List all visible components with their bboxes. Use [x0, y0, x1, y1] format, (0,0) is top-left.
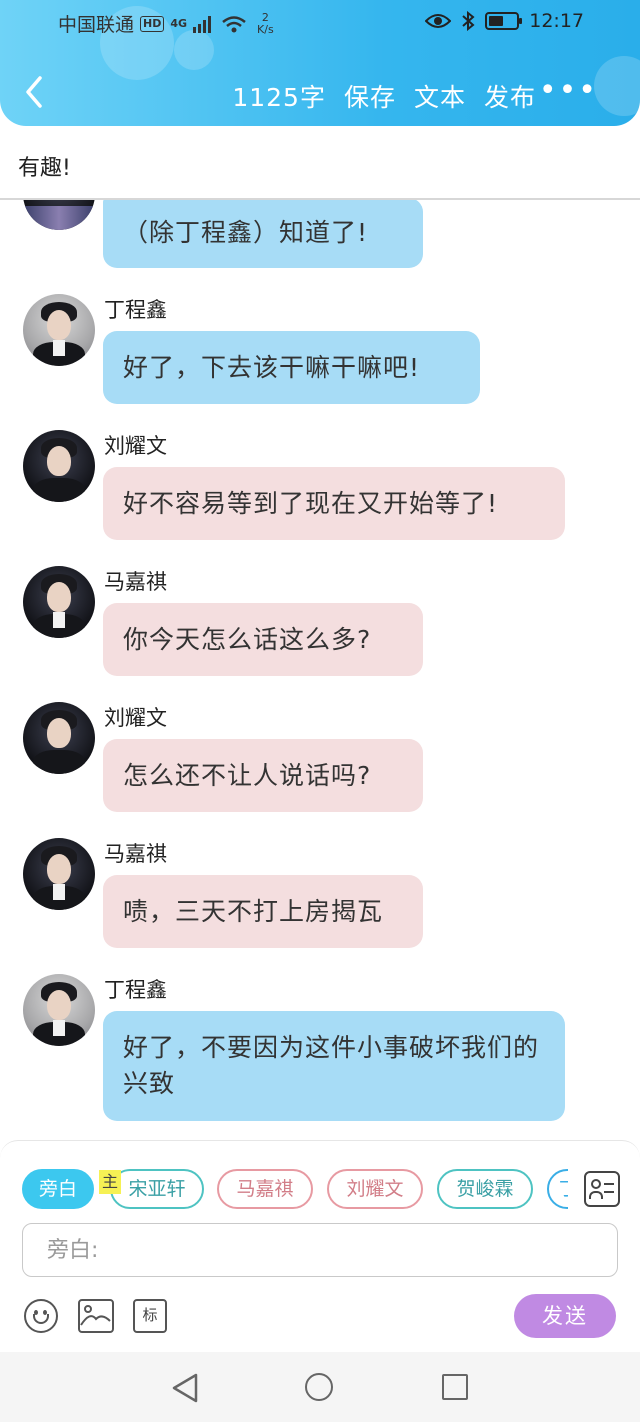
message-bubble[interactable]: （除丁程鑫）知道了!	[103, 200, 423, 268]
signal-icon	[193, 15, 212, 33]
image-button[interactable]	[78, 1299, 114, 1333]
chevron-left-icon	[26, 76, 42, 108]
speaker-name: 马嘉祺	[104, 842, 167, 866]
system-recents-icon[interactable]	[442, 1374, 468, 1400]
avatar-shirt	[53, 884, 65, 900]
speaker-name: 丁程鑫	[104, 298, 167, 322]
character-roster-button[interactable]	[584, 1171, 620, 1207]
save-button[interactable]: 保存	[344, 78, 396, 114]
system-home-icon[interactable]	[305, 1373, 333, 1401]
avatar[interactable]	[23, 702, 95, 774]
publish-button[interactable]: 发布	[484, 78, 536, 114]
avatar-face	[47, 446, 71, 476]
word-count: 1125字	[232, 83, 326, 112]
carrier-name: 中国联通	[58, 14, 135, 36]
avatar[interactable]	[23, 294, 95, 366]
message-bubble[interactable]: 好不容易等到了现在又开始等了!	[103, 467, 565, 540]
chip-character[interactable]: 丁	[547, 1169, 568, 1209]
speaker-name: 刘耀文	[104, 706, 167, 730]
status-bar: 中国联通 HD 4G 2 K/s 12:17	[0, 0, 640, 44]
system-back-icon[interactable]	[170, 1372, 200, 1404]
emoji-button[interactable]	[24, 1299, 58, 1333]
avatar-body	[33, 750, 85, 774]
more-options-button[interactable]: •••	[539, 76, 598, 106]
avatar[interactable]	[23, 974, 95, 1046]
network-type: 4G	[170, 17, 188, 30]
message-bubble[interactable]: 好了，下去该干嘛干嘛吧!	[103, 331, 480, 404]
system-navigation-bar	[0, 1352, 640, 1422]
message-bubble[interactable]: 怎么还不让人说话吗?	[103, 739, 423, 812]
app-header: 中国联通 HD 4G 2 K/s 12:17 1125字 保存 文本 发布 ••…	[0, 0, 640, 126]
send-button[interactable]: 发送	[514, 1294, 616, 1338]
avatar-face	[47, 582, 71, 612]
avatar[interactable]	[23, 838, 95, 910]
nav-bar: 1125字 保存 文本 发布 •••	[0, 64, 640, 124]
roster-line	[604, 1191, 614, 1193]
tag-button[interactable]: 标	[133, 1299, 167, 1333]
roster-base	[589, 1191, 603, 1199]
speaker-name: 刘耀文	[104, 434, 167, 458]
speaker-name: 丁程鑫	[104, 978, 167, 1002]
message-list[interactable]: （除丁程鑫）知道了! 丁程鑫 好了，下去该干嘛干嘛吧! 刘耀文 好不容易等到了现…	[0, 200, 640, 1140]
chip-character[interactable]: 贺峻霖	[437, 1169, 533, 1209]
avatar-shirt	[53, 340, 65, 356]
bluetooth-icon	[462, 11, 475, 31]
avatar-shirt	[53, 1020, 65, 1036]
avatar[interactable]	[23, 200, 95, 230]
message-input-field[interactable]	[22, 1223, 618, 1277]
avatar-shirt	[53, 612, 65, 628]
message-bubble[interactable]: 你今天怎么话这么多?	[103, 603, 423, 676]
chip-character[interactable]: 马嘉祺	[217, 1169, 313, 1209]
network-speed-value: 2	[261, 10, 269, 24]
composer-panel: 旁白 宋亚轩 马嘉祺 刘耀文 贺峻霖 丁 标 发送	[0, 1140, 640, 1352]
emoji-mouth	[33, 1314, 49, 1324]
message-bubble[interactable]: 好了，不要因为这件小事破坏我们的兴致	[103, 1011, 565, 1121]
roster-line	[604, 1183, 614, 1185]
roster-head	[591, 1179, 601, 1189]
hd-badge: HD	[140, 15, 165, 32]
story-title-bar[interactable]: 有趣!	[0, 130, 640, 200]
avatar-face	[47, 854, 71, 884]
speaker-name: 马嘉祺	[104, 570, 167, 594]
image-icon	[80, 1305, 111, 1326]
wifi-icon	[222, 15, 246, 32]
battery-icon	[485, 12, 523, 30]
chip-character[interactable]: 宋亚轩	[110, 1169, 204, 1209]
avatar-face	[47, 718, 71, 748]
avatar-face	[47, 310, 71, 340]
avatar[interactable]	[23, 430, 95, 502]
back-button[interactable]	[16, 70, 56, 114]
text-button[interactable]: 文本	[414, 78, 466, 114]
eye-icon	[425, 14, 452, 28]
avatar-body	[33, 478, 85, 502]
clock: 12:17	[529, 10, 584, 32]
main-character-tag: 主	[99, 1170, 121, 1194]
avatar-face	[47, 990, 71, 1020]
chip-narration[interactable]: 旁白	[22, 1169, 94, 1209]
network-speed-unit: K/s	[257, 22, 274, 36]
network-speed: 2 K/s	[257, 10, 274, 36]
message-bubble[interactable]: 啧，三天不打上房揭瓦	[103, 875, 423, 948]
avatar-image	[23, 206, 95, 230]
battery-fill	[489, 16, 504, 26]
message-input[interactable]	[23, 1224, 617, 1276]
avatar[interactable]	[23, 566, 95, 638]
story-title: 有趣!	[18, 156, 71, 181]
chip-character[interactable]: 刘耀文	[327, 1169, 423, 1209]
